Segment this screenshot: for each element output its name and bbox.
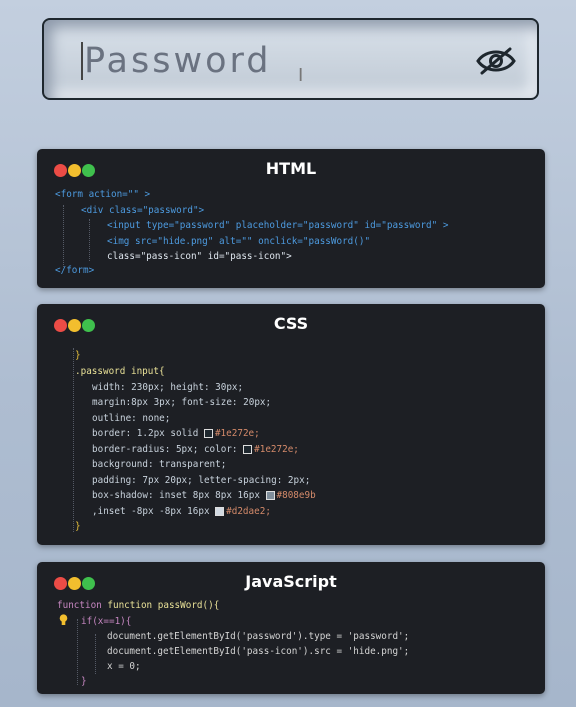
code-line: box-shadow: inset 8px 8px 16px #808e9b <box>92 490 316 501</box>
code-line: } <box>75 521 81 532</box>
code-block: function function passWord(){ if(x==1){ … <box>37 562 545 694</box>
text-caret <box>81 42 83 80</box>
code-block: } .password input{ width: 230px; height:… <box>37 304 545 545</box>
code-line: width: 230px; height: 30px; <box>92 382 244 393</box>
code-line: x = 0; <box>107 661 141 672</box>
code-line: function function passWord(){ <box>57 600 220 611</box>
code-line: document.getElementById('pass-icon').src… <box>107 646 410 657</box>
ibeam-cursor-icon: I <box>298 65 304 86</box>
code-line: border: 1.2px solid #1e272e; <box>92 428 260 439</box>
code-line: ,inset -8px -8px 16px #d2dae2; <box>92 506 271 517</box>
code-line: <img src="hide.png" alt="" onclick="pass… <box>107 236 371 247</box>
lightbulb-icon <box>59 614 68 625</box>
password-field[interactable]: Password I <box>42 18 539 100</box>
html-code-card: HTML <form action="" > <div class="passw… <box>37 149 545 288</box>
color-swatch <box>265 491 275 500</box>
code-line: padding: 7px 20px; letter-spacing: 2px; <box>92 475 311 486</box>
css-code-card: CSS } .password input{ width: 230px; hei… <box>37 304 545 545</box>
code-line: <form action="" > <box>55 189 151 200</box>
code-line: class="pass-icon" id="pass-icon"> <box>107 251 292 262</box>
code-line: </form> <box>55 265 95 276</box>
code-line: document.getElementById('password').type… <box>107 631 410 642</box>
code-line: background: transparent; <box>92 459 227 470</box>
code-line: .password input{ <box>75 366 165 377</box>
code-line: if(x==1){ <box>81 616 132 627</box>
color-swatch <box>215 507 225 516</box>
code-line: } <box>75 350 81 361</box>
code-line: border-radius: 5px; color: #1e272e; <box>92 444 299 455</box>
code-line: margin:8px 3px; font-size: 20px; <box>92 397 272 408</box>
code-block: <form action="" > <div class="password">… <box>37 149 545 288</box>
code-line: outline: none; <box>92 413 171 424</box>
code-line: <div class="password"> <box>81 205 205 216</box>
eye-slash-icon[interactable] <box>474 46 518 76</box>
color-swatch <box>203 429 213 438</box>
color-swatch <box>243 445 253 454</box>
javascript-code-card: JavaScript function function passWord(){… <box>37 562 545 694</box>
password-placeholder: Password <box>84 41 272 81</box>
code-line: <input type="password" placeholder="pass… <box>107 220 449 231</box>
code-line: } <box>81 676 87 687</box>
